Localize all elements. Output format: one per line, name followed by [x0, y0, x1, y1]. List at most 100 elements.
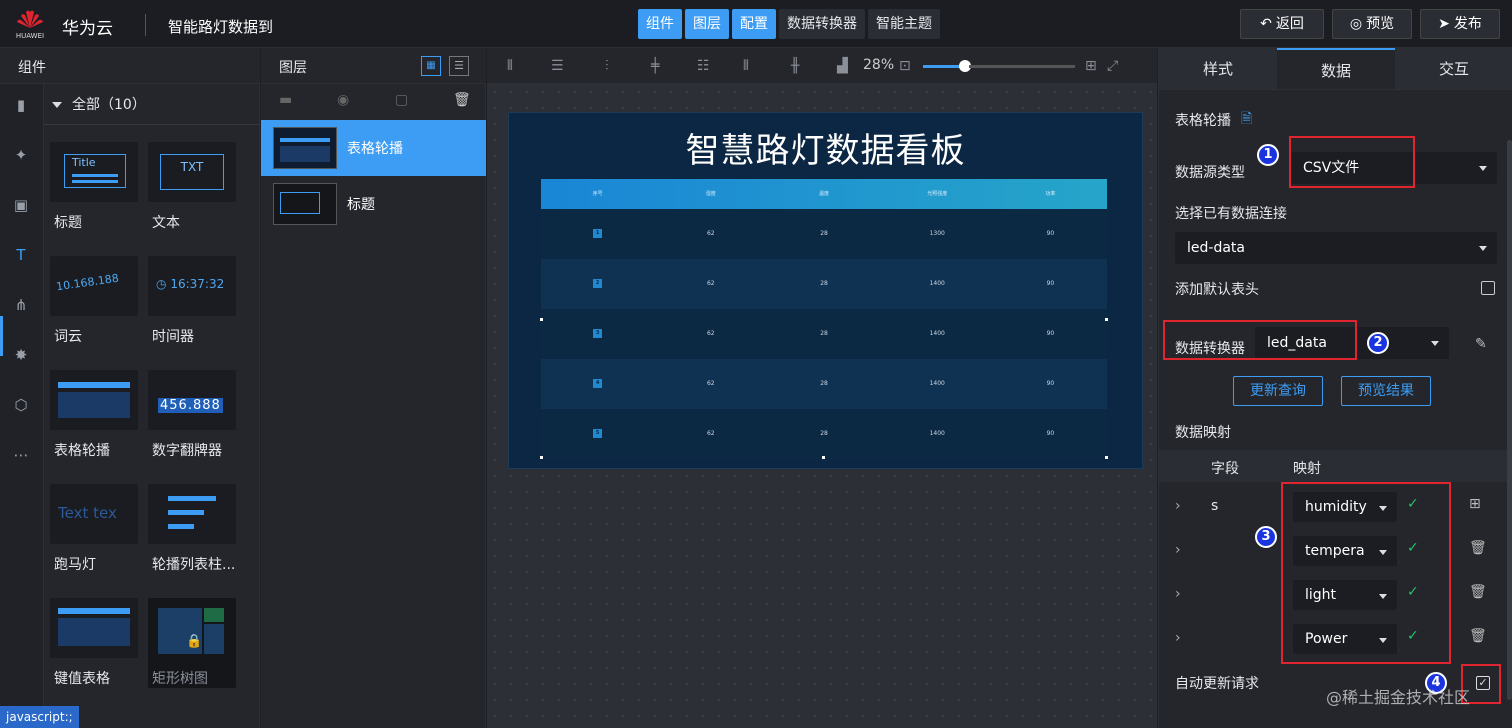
tab-components[interactable]: 组件: [638, 9, 682, 39]
thumb-text: 456.888: [158, 398, 223, 413]
delete-icon[interactable]: 🗑: [1469, 584, 1487, 600]
align-bottom-icon[interactable]: ☷: [697, 58, 710, 74]
component-card-text[interactable]: TXT: [148, 142, 236, 202]
align-right-icon[interactable]: ⫶: [605, 58, 609, 74]
delete-icon[interactable]: 🗑: [1469, 540, 1487, 556]
callout-1: 1: [1257, 144, 1279, 166]
highlight-box: [1289, 136, 1415, 188]
chart-icon[interactable]: ▮: [10, 94, 32, 116]
tab-data[interactable]: 数据: [1277, 48, 1395, 89]
chevron-right-icon[interactable]: ›: [1175, 586, 1181, 602]
preview-button[interactable]: ◎ 预览: [1332, 9, 1412, 39]
connection-select[interactable]: led-data: [1175, 232, 1497, 264]
table-row: 3 62 28 1400 90: [541, 309, 1107, 359]
bar-align-icon[interactable]: ▟: [837, 58, 848, 74]
add-icon[interactable]: ⊞: [1469, 496, 1481, 512]
zoom-in-icon[interactable]: ⊞: [1085, 58, 1097, 74]
grid-view-icon[interactable]: ▦: [421, 56, 441, 76]
more-icon[interactable]: ⋯: [10, 444, 32, 466]
callout-3: 3: [1255, 526, 1277, 548]
layer-item[interactable]: 表格轮播: [261, 120, 486, 176]
divider: [145, 14, 146, 36]
tab-config[interactable]: 配置: [732, 9, 776, 39]
align-left-icon[interactable]: ⫴: [507, 58, 513, 74]
table-cell: 1400: [929, 330, 945, 337]
tab-data-converter[interactable]: 数据转换器: [779, 9, 865, 39]
project-title[interactable]: 智能路灯数据到: [168, 16, 273, 37]
mapping-field: s: [1211, 498, 1219, 514]
distribute-v-icon[interactable]: ╫: [791, 58, 799, 74]
component-card-kv-table[interactable]: [50, 598, 138, 658]
table-cell: 1400: [929, 280, 945, 287]
preview-result-button[interactable]: 预览结果: [1341, 376, 1431, 406]
resize-handle[interactable]: [540, 456, 543, 459]
category-rail: ▮ ✦ ▣ T ⋔ ✸ ⬡ ⋯: [0, 84, 44, 728]
text-icon[interactable]: T: [10, 244, 32, 266]
table-cell: 90: [1046, 230, 1055, 237]
layer-item[interactable]: 标题: [261, 176, 486, 232]
highlight-box: [1163, 320, 1357, 360]
component-card-timer[interactable]: ◷ 16:37:32: [148, 256, 236, 316]
align-top-icon[interactable]: ╪: [651, 58, 659, 74]
source-type-label: 数据源类型: [1175, 165, 1245, 181]
fit-icon[interactable]: ⊡: [899, 58, 911, 74]
doc-icon[interactable]: 🗎: [1241, 108, 1252, 132]
zoom-slider-track[interactable]: [969, 65, 1075, 68]
distribute-h-icon[interactable]: ⫴: [743, 58, 749, 74]
component-card-flip-number[interactable]: 456.888: [148, 370, 236, 430]
resize-handle[interactable]: [1105, 456, 1108, 459]
delete-icon[interactable]: 🗑: [1469, 628, 1487, 644]
component-card-wordcloud[interactable]: 10.168.188: [50, 256, 138, 316]
resize-handle[interactable]: [540, 318, 543, 321]
interaction-icon[interactable]: ✸: [10, 344, 32, 366]
table-cell: 28: [820, 330, 828, 337]
lock-icon[interactable]: ▢: [395, 92, 408, 108]
preview-icon: ◎: [1349, 16, 1363, 32]
back-button[interactable]: ↶ 返回: [1240, 9, 1324, 39]
folder-icon[interactable]: ▬: [279, 92, 292, 108]
tab-style[interactable]: 样式: [1159, 48, 1277, 89]
component-label: 矩形树图: [152, 671, 208, 687]
component-card-marquee[interactable]: Text tex: [50, 484, 138, 544]
media-icon[interactable]: ▣: [10, 194, 32, 216]
resize-handle[interactable]: [1105, 318, 1108, 321]
mapping-header: 字段 映射: [1159, 450, 1512, 482]
relation-icon[interactable]: ⋔: [10, 294, 32, 316]
tab-interaction[interactable]: 交互: [1395, 48, 1512, 89]
map-icon[interactable]: ✦: [10, 144, 32, 166]
component-name: 表格轮播: [1175, 113, 1231, 129]
chevron-right-icon[interactable]: ›: [1175, 630, 1181, 646]
layer-name: 表格轮播: [347, 141, 403, 157]
component-card-table-carousel[interactable]: [50, 370, 138, 430]
preview-label: 预览: [1366, 16, 1395, 32]
component-card-title[interactable]: Title: [50, 142, 138, 202]
shape-icon[interactable]: ⬡: [10, 394, 32, 416]
table-cell: 1300: [929, 230, 945, 237]
edit-icon[interactable]: ✎: [1475, 336, 1487, 352]
brand-name: 华为云: [62, 19, 113, 39]
chevron-right-icon[interactable]: ›: [1175, 498, 1181, 514]
layer-thumbnail: [273, 183, 337, 225]
active-indicator: [0, 316, 3, 356]
fullscreen-icon[interactable]: ⤢: [1107, 58, 1118, 74]
tab-smart-theme[interactable]: 智能主题: [868, 9, 940, 39]
table-row: 4 62 28 1400 90: [541, 359, 1107, 409]
component-card-carousel-bar[interactable]: [148, 484, 236, 544]
delete-icon[interactable]: 🗑: [453, 92, 471, 108]
chevron-down-icon: [1479, 166, 1487, 171]
tab-layers[interactable]: 图层: [685, 9, 729, 39]
resize-handle[interactable]: [822, 456, 825, 459]
callout-2: 2: [1367, 332, 1389, 354]
chevron-right-icon[interactable]: ›: [1175, 542, 1181, 558]
eye-icon[interactable]: ◉: [337, 92, 349, 108]
dashboard-board[interactable]: 智慧路灯数据看板 序号 湿度 温度 光照强度 功率 1 62 28 1300 90 2 6…: [508, 112, 1143, 469]
scrollbar[interactable]: [1507, 140, 1512, 700]
category-all[interactable]: 全部（10）: [52, 94, 146, 114]
align-center-h-icon[interactable]: ☰: [551, 58, 564, 74]
list-view-icon[interactable]: ☰: [449, 56, 469, 76]
board-title[interactable]: 智慧路灯数据看板: [509, 123, 1142, 172]
table-cell: 62: [706, 330, 715, 337]
publish-button[interactable]: ➤ 发布: [1420, 9, 1500, 39]
default-header-checkbox[interactable]: [1481, 281, 1495, 295]
update-query-button[interactable]: 更新查询: [1233, 376, 1323, 406]
